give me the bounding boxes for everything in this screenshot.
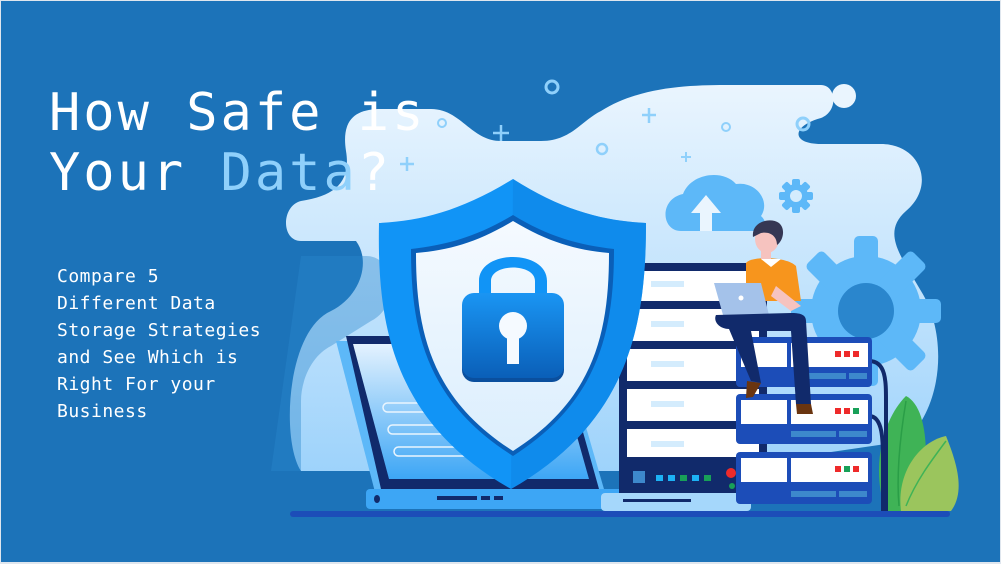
data-safety-banner: How Safe is Your Data? Compare 5 Differe… bbox=[1, 1, 1000, 562]
headline-accent-word: Data bbox=[220, 143, 358, 203]
headline-line-2-prefix: Your bbox=[49, 143, 221, 203]
subheadline-line: Storage Strategies bbox=[57, 320, 262, 341]
subheadline-line: Compare 5 bbox=[57, 266, 160, 287]
status-light-red bbox=[844, 408, 850, 414]
status-light-red bbox=[835, 408, 841, 414]
server-unit bbox=[736, 452, 872, 504]
status-light-red bbox=[835, 466, 841, 472]
subheadline: Compare 5 Different Data Storage Strateg… bbox=[57, 263, 261, 425]
server-stack-icon bbox=[736, 337, 888, 511]
status-light-red bbox=[853, 466, 859, 472]
ring-icon bbox=[544, 79, 560, 95]
status-light-green bbox=[844, 466, 850, 472]
subheadline-line: Business bbox=[57, 401, 148, 422]
plus-icon bbox=[493, 125, 509, 141]
subheadline-line: Different Data bbox=[57, 293, 216, 314]
headline-line-1: How Safe is bbox=[49, 83, 427, 143]
floor-line bbox=[290, 511, 950, 517]
headline-line-2-suffix: ? bbox=[357, 143, 393, 203]
subheadline-line: and See Which is bbox=[57, 347, 239, 368]
gear-icon bbox=[779, 179, 813, 213]
status-light-green bbox=[853, 408, 859, 414]
status-light-red bbox=[853, 351, 859, 357]
headline: How Safe is Your Data? bbox=[49, 83, 426, 203]
subheadline-line: Right For your bbox=[57, 374, 216, 395]
status-light-red bbox=[835, 351, 841, 357]
status-light-red bbox=[844, 351, 850, 357]
